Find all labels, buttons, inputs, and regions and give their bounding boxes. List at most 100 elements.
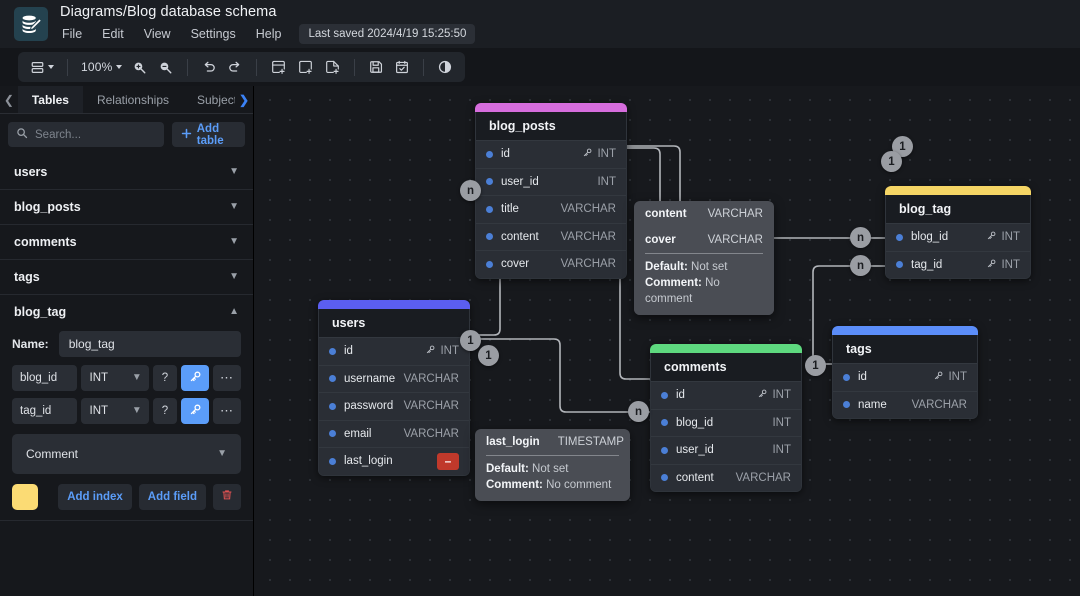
- node-field-row[interactable]: name VARCHAR: [833, 390, 977, 418]
- field-primary-key-toggle[interactable]: [181, 398, 209, 424]
- field-name: id: [501, 148, 510, 161]
- comment-accordion[interactable]: Comment ▼: [12, 434, 241, 474]
- search-box[interactable]: [8, 122, 164, 147]
- node-field-row[interactable]: id INT: [833, 363, 977, 391]
- layout-rows-button[interactable]: [26, 55, 58, 79]
- menu-help[interactable]: Help: [246, 25, 292, 43]
- table-node-users[interactable]: users id INT username VARCHAR password V…: [318, 300, 470, 476]
- field-type: INT: [933, 370, 967, 384]
- node-field-row[interactable]: last_login –: [319, 447, 469, 475]
- node-field-row[interactable]: blog_id INT: [651, 408, 801, 436]
- add-table-button[interactable]: Add table: [171, 122, 245, 147]
- table-node-blog-posts[interactable]: blog_posts id INT user_id INT title VARC…: [475, 103, 627, 279]
- field-type-label: INT: [89, 405, 109, 417]
- key-icon: [986, 230, 997, 244]
- chevron-down-icon: [48, 65, 54, 69]
- field-type-label: INT: [1001, 258, 1020, 271]
- field-type: VARCHAR: [560, 258, 616, 271]
- divider: [67, 58, 68, 76]
- redo-button[interactable]: [223, 55, 247, 79]
- tab-tables[interactable]: Tables: [17, 86, 83, 113]
- field-dot-icon: [843, 401, 850, 409]
- node-field-row[interactable]: cover VARCHAR: [476, 250, 626, 278]
- table-color-swatch[interactable]: [12, 484, 38, 510]
- field-name-input[interactable]: tag_id: [12, 398, 77, 424]
- field-type-select[interactable]: INT ▼: [80, 365, 149, 391]
- search-input[interactable]: [35, 128, 156, 141]
- tab-subject-areas[interactable]: Subject A: [183, 86, 235, 113]
- node-field-row[interactable]: user_id INT: [651, 436, 801, 464]
- zoom-out-button[interactable]: [154, 55, 178, 79]
- chevron-left-icon: ❮: [3, 92, 14, 107]
- node-field-row[interactable]: content VARCHAR: [651, 463, 801, 491]
- tabs-next-arrow[interactable]: ❯: [235, 86, 253, 113]
- commit-button[interactable]: [390, 55, 414, 79]
- divider: [353, 58, 355, 76]
- sidebar-table-blog-posts[interactable]: blog_posts ▼: [0, 190, 253, 224]
- table-name-label: comments: [14, 235, 77, 249]
- node-field-row[interactable]: tag_id INT: [886, 250, 1030, 278]
- tooltip-field-type: VARCHAR: [707, 208, 763, 220]
- menu-view[interactable]: View: [134, 25, 181, 43]
- node-field-row[interactable]: username VARCHAR: [319, 364, 469, 392]
- add-note-button[interactable]: [320, 55, 345, 79]
- field-type: VARCHAR: [560, 230, 616, 243]
- list-item: blog_tag ▲ Name: blog_id INT ▼: [0, 295, 253, 521]
- node-field-row[interactable]: password VARCHAR: [319, 392, 469, 420]
- menu-settings[interactable]: Settings: [181, 25, 246, 43]
- zoom-in-button[interactable]: [128, 55, 152, 79]
- node-body: blog_posts id INT user_id INT title VARC…: [475, 112, 627, 279]
- node-field-row[interactable]: user_id INT: [476, 167, 626, 195]
- sidebar: ❮ Tables Relationships Subject A ❯: [0, 86, 254, 596]
- tooltip-comment-label: Comment:: [645, 277, 702, 289]
- menu-file[interactable]: File: [60, 25, 92, 43]
- sidebar-table-comments[interactable]: comments ▼: [0, 225, 253, 259]
- sidebar-tabs: ❮ Tables Relationships Subject A ❯: [0, 86, 253, 114]
- tooltip-default-value: Not set: [532, 463, 569, 475]
- field-nullable-toggle[interactable]: ?: [152, 365, 178, 391]
- undo-button[interactable]: [197, 55, 221, 79]
- node-field-row[interactable]: id INT: [476, 140, 626, 168]
- tabs-prev-arrow[interactable]: ❮: [0, 86, 18, 113]
- table-node-comments[interactable]: comments id INT blog_id INT user_id INT …: [650, 344, 802, 492]
- save-button[interactable]: [364, 55, 388, 79]
- diagram-canvas[interactable]: blog_posts id INT user_id INT title VARC…: [254, 86, 1080, 596]
- tab-relationships[interactable]: Relationships: [83, 86, 183, 113]
- field-name-input[interactable]: blog_id: [12, 365, 77, 391]
- sidebar-table-blog-tag[interactable]: blog_tag ▲: [0, 295, 253, 329]
- editor-actions: Add index Add field: [12, 484, 241, 510]
- field-more-button[interactable]: ⋯: [213, 398, 241, 424]
- node-field-row[interactable]: email VARCHAR: [319, 419, 469, 447]
- node-field-row[interactable]: blog_id INT: [886, 223, 1030, 251]
- table-name-input[interactable]: [58, 331, 241, 357]
- tooltip-head-row: cover VARCHAR: [634, 227, 774, 253]
- delete-table-button[interactable]: [213, 484, 241, 510]
- main-body: ❮ Tables Relationships Subject A ❯: [0, 86, 1080, 596]
- toolbar-group: 100%: [18, 52, 465, 82]
- node-field-row[interactable]: id INT: [319, 337, 469, 365]
- field-more-button[interactable]: ⋯: [213, 365, 241, 391]
- theme-toggle-button[interactable]: [433, 55, 457, 79]
- node-field-row[interactable]: content VARCHAR: [476, 222, 626, 250]
- zoom-level-button[interactable]: 100%: [77, 55, 126, 79]
- tooltip-meta: Default: Not set Comment: No comment: [634, 254, 774, 315]
- sidebar-table-users[interactable]: users ▼: [0, 155, 253, 189]
- node-field-row[interactable]: title VARCHAR: [476, 195, 626, 223]
- add-area-button[interactable]: [293, 55, 318, 79]
- field-type-select[interactable]: INT ▼: [80, 398, 149, 424]
- add-table-toolbar-button[interactable]: [266, 55, 291, 79]
- key-icon: [986, 258, 997, 272]
- field-primary-key-toggle[interactable]: [181, 365, 209, 391]
- table-node-tags[interactable]: tags id INT name VARCHAR: [832, 326, 978, 419]
- table-node-blog-tag[interactable]: blog_tag blog_id INT tag_id INT: [885, 186, 1031, 279]
- sidebar-table-tags[interactable]: tags ▼: [0, 260, 253, 294]
- delete-field-button[interactable]: –: [437, 452, 459, 470]
- tabs-scroll: Tables Relationships Subject A: [17, 86, 235, 113]
- add-field-button[interactable]: Add field: [138, 484, 206, 510]
- table-name-label: users: [14, 165, 48, 179]
- menu-edit[interactable]: Edit: [92, 25, 134, 43]
- add-index-button[interactable]: Add index: [58, 484, 132, 510]
- field-name: email: [344, 427, 372, 440]
- node-field-row[interactable]: id INT: [651, 381, 801, 409]
- field-nullable-toggle[interactable]: ?: [152, 398, 178, 424]
